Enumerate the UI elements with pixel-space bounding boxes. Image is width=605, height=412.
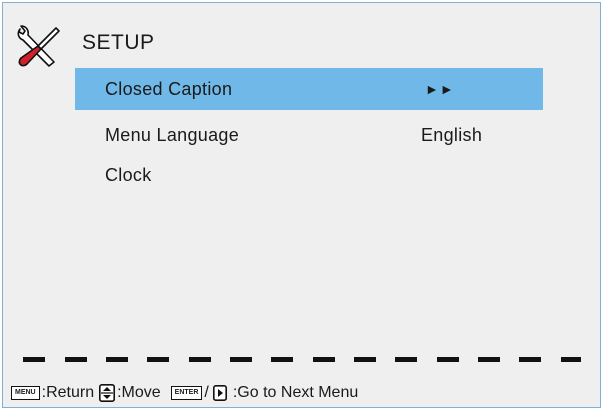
tools-icon: [17, 25, 60, 67]
menu-key-badge: MENU: [11, 386, 40, 400]
menu-item-label: Clock: [105, 165, 152, 185]
move-hint: :Move: [117, 384, 161, 401]
key-hint-bar: MENU :Return :Move ENTER / :Go to Next M…: [11, 382, 361, 404]
submenu-arrows-icon: ►►: [425, 81, 455, 97]
menu-item-clock[interactable]: Clock: [75, 154, 543, 196]
menu-item-menu-language[interactable]: Menu Language English: [75, 114, 543, 156]
dashed-divider: [23, 357, 587, 363]
menu-title: SETUP: [82, 31, 155, 54]
return-hint: :Return: [41, 384, 95, 401]
next-menu-hint: :Go to Next Menu: [232, 384, 359, 401]
slash-separator: /: [204, 384, 209, 401]
menu-item-label: Closed Caption: [105, 79, 233, 99]
up-down-icon: [99, 384, 116, 402]
menu-item-closed-caption[interactable]: Closed Caption ►►: [75, 68, 543, 110]
enter-key-badge: ENTER: [170, 386, 203, 400]
setup-menu-panel: SETUP Closed Caption ►► Menu Language En…: [2, 2, 601, 408]
menu-item-value: English: [421, 125, 483, 145]
right-arrow-icon: [212, 385, 227, 401]
menu-item-label: Menu Language: [105, 125, 240, 145]
